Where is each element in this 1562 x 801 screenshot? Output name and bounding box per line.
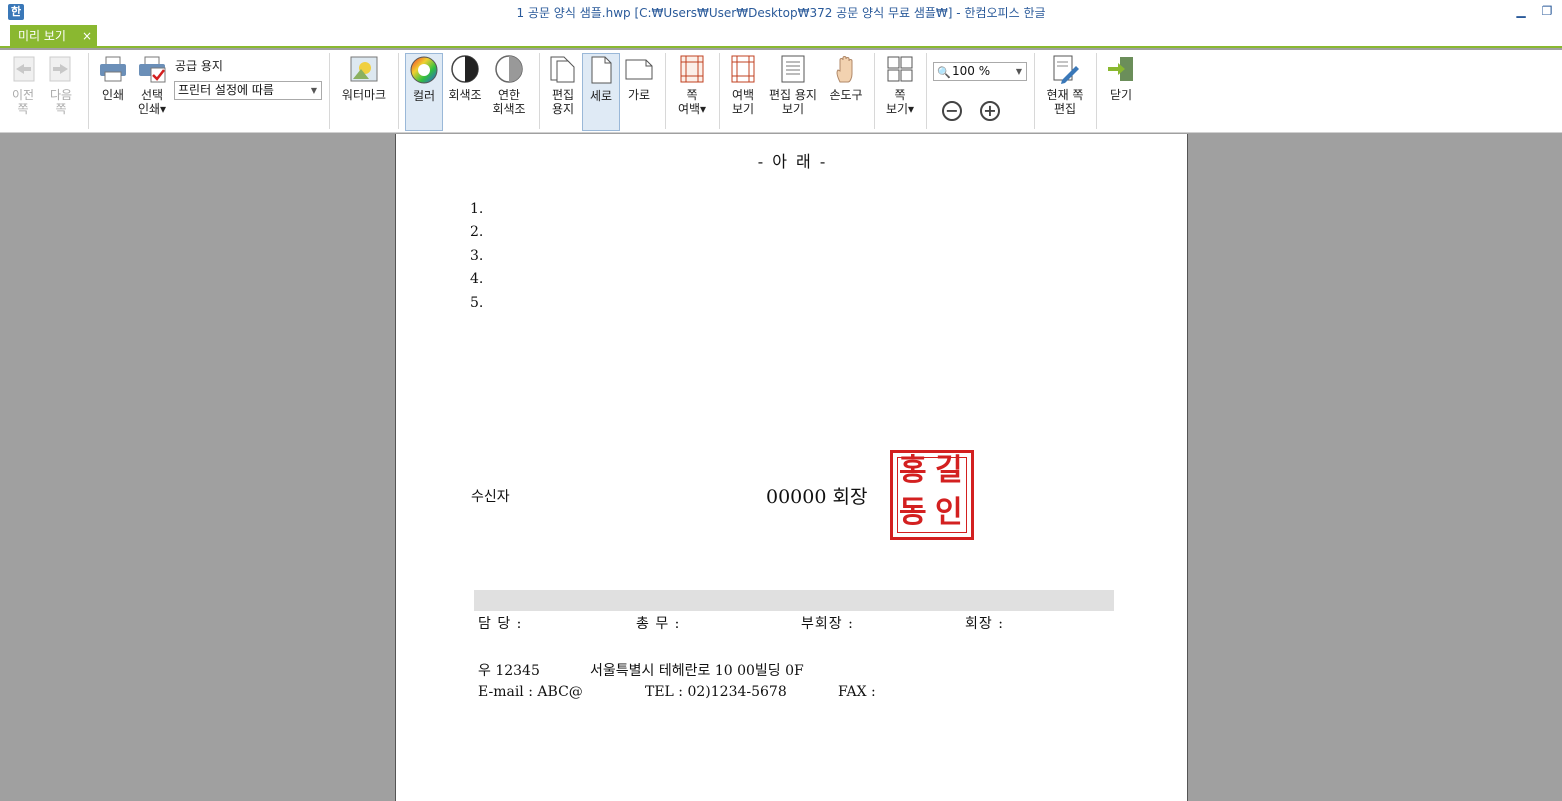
title-bar: 한 1 공문 양식 샘플.hwp [C:₩Users₩User₩Desktop₩… xyxy=(0,0,1562,24)
portrait-page-icon xyxy=(591,56,612,84)
sender-chairman: 00000 회장 xyxy=(766,486,868,508)
separator xyxy=(1096,53,1097,129)
arrow-right-icon xyxy=(49,56,71,82)
separator xyxy=(665,53,666,129)
separator xyxy=(539,53,540,129)
seal-char: 홍 xyxy=(899,453,927,488)
print-button[interactable]: 인쇄 xyxy=(96,54,130,102)
edit-paper-view-button[interactable]: 편집 용지 보기 xyxy=(764,54,822,116)
color-mode-button[interactable]: 컬러 xyxy=(405,53,443,131)
light-grayscale-icon xyxy=(495,55,523,83)
page-heading: - 아 래 - xyxy=(757,152,828,171)
seal-char: 인 xyxy=(935,495,963,530)
print-check-icon xyxy=(139,56,166,83)
recipient-label: 수신자 xyxy=(471,489,510,505)
divider-bar xyxy=(474,590,1114,611)
list-item: 1. xyxy=(470,201,484,217)
edit-current-page-button[interactable]: 현재 쪽 편집 xyxy=(1040,54,1090,116)
separator xyxy=(874,53,875,129)
email: E-mail : ABC@ xyxy=(478,684,583,700)
signature-manager: 담 당 : xyxy=(478,616,523,632)
page-view-icon xyxy=(887,56,913,82)
window-title: 1 공문 양식 샘플.hwp [C:₩Users₩User₩Desktop₩37… xyxy=(516,6,1046,20)
tab-preview-label: 미리 보기 xyxy=(18,29,66,43)
margin-view-icon xyxy=(731,55,755,83)
separator xyxy=(329,53,330,129)
page-view-button[interactable]: 쪽 보기▾ xyxy=(881,54,919,116)
postal-code: 우 12345 xyxy=(478,663,540,679)
tab-bar: 미리 보기 × xyxy=(0,24,1562,48)
landscape-page-icon xyxy=(625,59,653,80)
arrow-left-icon xyxy=(13,56,35,82)
preview-toolbar: 이전 쪽 다음 쪽 인쇄 선택 인쇄▾ 공급 용지 프린터 설정에 따름 ▼ 워… xyxy=(0,50,1562,133)
separator xyxy=(88,53,89,129)
telephone: TEL : 02)1234-5678 xyxy=(645,684,787,700)
exit-door-icon xyxy=(1108,57,1133,81)
separator xyxy=(719,53,720,129)
edit-paper-button[interactable]: 편집 용지 xyxy=(546,54,580,116)
list-item: 2. xyxy=(470,224,484,240)
color-wheel-icon xyxy=(410,56,438,84)
signature-chairman: 회장 : xyxy=(965,616,1004,632)
list-item: 4. xyxy=(470,271,484,287)
edit-paper-icon xyxy=(550,56,575,83)
portrait-button[interactable]: 세로 xyxy=(582,53,620,131)
page-margin-icon xyxy=(680,55,704,83)
separator xyxy=(398,53,399,129)
paper-source-label: 공급 용지 xyxy=(175,59,223,73)
close-preview-button[interactable]: 닫기 xyxy=(1104,54,1138,102)
document-page: - 아 래 - 1. 2. 3. 4. 5. 수신자 00000 회장 길 홍 … xyxy=(395,134,1188,801)
watermark-button[interactable]: 워터마크 xyxy=(336,54,392,102)
separator xyxy=(926,53,927,129)
chevron-down-icon: ▼ xyxy=(1015,67,1022,76)
seal-char: 길 xyxy=(935,453,963,488)
close-icon[interactable]: × xyxy=(82,25,92,48)
signature-general-affairs: 총 무 : xyxy=(636,616,681,632)
zoom-in-icon[interactable]: + xyxy=(980,101,1000,121)
watermark-icon xyxy=(350,56,378,82)
restore-icon[interactable]: ❐ xyxy=(1540,4,1554,18)
magnifier-icon: 🔍 xyxy=(937,66,951,79)
margin-view-button[interactable]: 여백 보기 xyxy=(726,54,760,116)
separator xyxy=(1034,53,1035,129)
next-page-button[interactable]: 다음 쪽 xyxy=(46,54,76,116)
fax: FAX : xyxy=(838,684,876,700)
landscape-button[interactable]: 가로 xyxy=(622,54,656,102)
zoom-out-icon[interactable]: − xyxy=(942,101,962,121)
preview-workspace[interactable]: - 아 래 - 1. 2. 3. 4. 5. 수신자 00000 회장 길 홍 … xyxy=(0,134,1562,801)
address: 서울특별시 테헤란로 10 00빌딩 0F xyxy=(590,663,804,679)
tab-preview[interactable]: 미리 보기 × xyxy=(10,25,97,48)
signature-vice-chairman: 부회장 : xyxy=(801,616,854,632)
select-print-button[interactable]: 선택 인쇄▾ xyxy=(134,54,170,116)
paper-source-select[interactable]: 프린터 설정에 따름 ▼ xyxy=(174,81,322,100)
edit-paper-view-icon xyxy=(781,55,805,83)
prev-page-button[interactable]: 이전 쪽 xyxy=(8,54,38,116)
printer-icon xyxy=(100,56,126,82)
chevron-down-icon: ▼ xyxy=(310,86,317,95)
grayscale-button[interactable]: 회색조 xyxy=(446,54,484,102)
page-margin-button[interactable]: 쪽 여백▾ xyxy=(672,54,712,116)
official-seal: 길 홍 동 인 xyxy=(890,450,974,540)
hand-tool-button[interactable]: 손도구 xyxy=(824,54,868,102)
edit-page-pencil-icon xyxy=(1053,55,1079,84)
minimize-icon[interactable]: ▁ xyxy=(1514,4,1528,18)
zoom-select[interactable]: 🔍 100 % ▼ xyxy=(933,62,1027,81)
seal-char: 동 xyxy=(899,495,927,530)
list-item: 3. xyxy=(470,248,484,264)
list-item: 5. xyxy=(470,295,484,311)
hand-icon xyxy=(836,56,853,83)
light-grayscale-button[interactable]: 연한 회색조 xyxy=(488,54,530,116)
grayscale-icon xyxy=(451,55,479,83)
